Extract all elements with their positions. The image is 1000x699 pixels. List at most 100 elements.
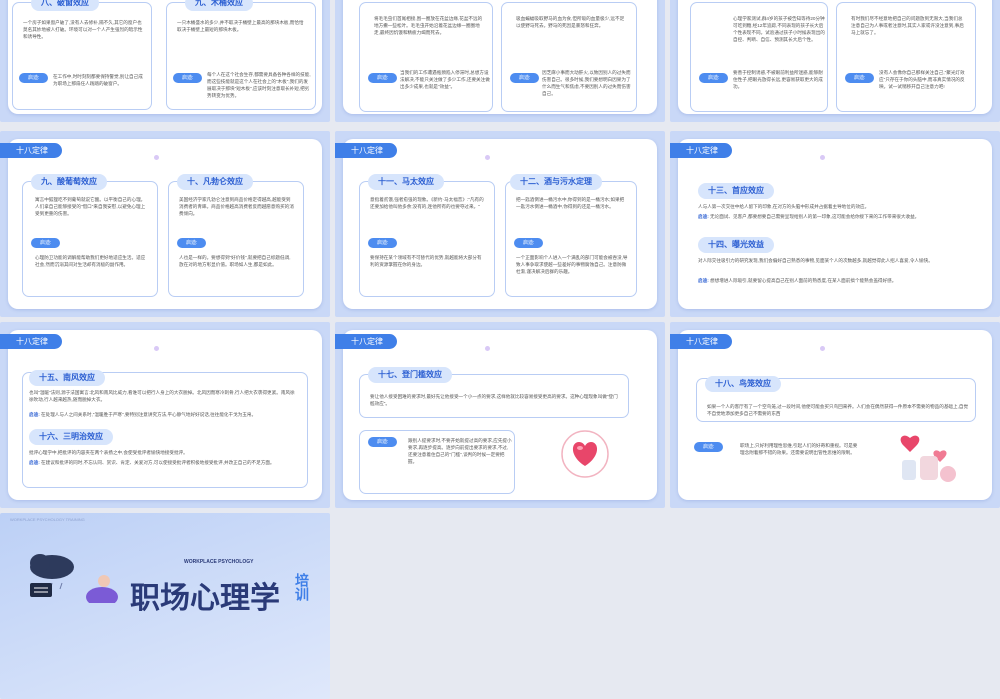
cover-side-label: 培训 xyxy=(293,573,308,601)
card-text: 将毛毛虫们首尾相接,围一圈放在花盆边缘,花盆不远的地方撒一些松叶。毛毛虫开始沿着… xyxy=(374,16,483,35)
hint-text: 要保持在某个领域有不可替代的优势,就越能将大部分有利的资源掌握在你的身边。 xyxy=(370,255,482,267)
card-text: 一只木桶盛水的多少,并不取决于桶壁上最高的那块木板,而恰恰取决于桶壁上最短的那块… xyxy=(177,20,304,32)
hint-label: 启迪: xyxy=(514,238,544,248)
hint-label: 启迪: xyxy=(29,460,40,465)
content-card: 十、凡勃仑效应 美国经济学家凡勃仑注意到商品价格定得越高,越能受到消费者的青睐。… xyxy=(168,174,304,297)
slide-thumbnail-8[interactable]: 十八定律 十七、登门槛效应 要让他人接受困难的要求时,最好先让他接受一个小一点的… xyxy=(335,322,665,508)
hint-content: 无论面试、见客户,都要想要自己需要呈现给别人的第一印象,这可能会给你接下来的工作… xyxy=(710,214,920,219)
hint-label: 启迪: xyxy=(19,73,49,83)
cover-small-text: WORKPLACE PSYCHOLOGY TRAINING xyxy=(10,517,85,522)
hint-label: 启迪: xyxy=(177,238,207,248)
card-text: 如果一个人的客厅有了一个空鸟笼,过一段时间,他便可能会买只鸟回来养。人们会在偶然… xyxy=(707,404,969,416)
hint-text: 职场上,只好利用理性思维,引起人们的好奇和重视。可是要理念附着那不错的效果。还需… xyxy=(740,443,858,455)
hint-label: 启迪: xyxy=(694,442,724,452)
hint-text: 启迪: 无论面试、见客户,都要想要自己需要呈现给别人的第一印象,这可能会给你接下… xyxy=(698,213,974,221)
content-card: 启迪: 跟别人提要求时,不要开始就提过高的要求,应先提小要求,再逐步提高。逐步向… xyxy=(359,430,515,494)
hint-text: 每个人在这个社会生存,都需要具备各种各样的技能,而这些技能就是这个人在社会上的"… xyxy=(207,72,311,98)
card-title: 十五、南风效应 xyxy=(29,370,105,386)
content-card: 十五、南风效应 也叫"温暖"法则,源于法国寓言:北风和南风比威力,看谁可以把行人… xyxy=(22,370,308,488)
content-card: 八、破窗效应 一个房子如果窗户破了,没有人去修补,隔不久,其它的窗户也莫名其妙地… xyxy=(12,0,152,110)
slide-thumbnail-2[interactable]: 将毛毛虫们首尾相接,围一圈放在花盆边缘,花盆不远的地方撒一些松叶。毛毛虫开始沿着… xyxy=(335,0,665,122)
hint-label: 启迪: xyxy=(699,73,729,83)
section-tag: 十八定律 xyxy=(0,334,62,349)
card-text: 心理学家测试,群4岁的孩子被告知等待20分钟可吃到糖,经12年追踪,不同表现的孩… xyxy=(733,16,825,42)
cosmetics-icon xyxy=(900,435,956,482)
decor-dot xyxy=(154,346,159,351)
hint-text: 没有人会像你自己那样关注自己,"聚光灯效应"只存在于你的头脑中,而非真实情况的反… xyxy=(879,70,965,89)
slide-thumbnail-6[interactable]: 十八定律 十三、首应效应 人与人第一次交往中给人留下的印象,在对方的头脑中形成并… xyxy=(670,131,1000,317)
slide-thumbnail-1[interactable]: 八、破窗效应 一个房子如果窗户破了,没有人去修补,隔不久,其它的窗户也莫名其妙地… xyxy=(0,0,330,122)
card-text: 人与人第一次交往中给人留下的印象,在对方的头脑中形成并占据着主导地位的效应。 xyxy=(698,204,870,209)
laptop-icon xyxy=(30,583,52,597)
card-text: 美国经济学家凡勃仑注意到商品价格定得越高,越能受到消费者的青睐。商品价格越高消费… xyxy=(179,197,294,216)
content-card: 九、酸葡萄效应 寓言中狐狸吃不到葡萄就说它酸。以平衡自己的心理。人们拿自己能够接… xyxy=(22,174,158,297)
card-text: 吸血蝙蝠吸取野马的血为食,但所吸的血量极少,远不足以使野马死去。野马的死因是暴怒… xyxy=(516,16,625,28)
card-title: 九、酸葡萄效应 xyxy=(31,174,107,190)
cover-english-title: WORKPLACE PSYCHOLOGY xyxy=(184,559,254,565)
content-card: 十八、鸟笼效应 如果一个人的客厅有了一个空鸟笼,过一段时间,他便可能会买只鸟回来… xyxy=(696,376,976,422)
hint-text: 在工作中,时时刻刻都要保持警觉,别让自己成为职场上那扇任人践踏的破窗户。 xyxy=(53,74,143,86)
hint-content: 在建议和批评的同时,不忘认同、赏识、肯定、关爱对方,可以使接受批评者积极地接受批… xyxy=(41,460,275,465)
hint-label: 启迪: xyxy=(510,73,540,83)
card-title: 十八、鸟笼效应 xyxy=(705,376,781,392)
hint-text: 启迪: 在处理人与人之间关系时,"温暖胜于严寒",要特别注意讲究方法,平心静气地… xyxy=(29,411,299,425)
card-text: 对人际交往吸引力的研究发现,我们会偏好自己熟悉的事物,见面某个人的次数越多,就越… xyxy=(698,258,933,263)
hint-label: 启迪: xyxy=(368,238,398,248)
hint-text: 心理防卫功能的调解能帮助我们更好地适应生活。适应社会,然而沉溺其间对生活却有消极… xyxy=(35,255,146,267)
slide-thumbnail-10[interactable]: WORKPLACE PSYCHOLOGY TRAINING WORKPLACE … xyxy=(0,513,330,699)
section-tag: 十八定律 xyxy=(335,143,397,158)
decor-dot xyxy=(485,346,490,351)
person-icon xyxy=(86,575,118,603)
content-card: 将毛毛虫们首尾相接,围一圈放在花盆边缘,花盆不远的地方撒一些松叶。毛毛虫开始沿着… xyxy=(359,2,493,112)
slide-thumbnail-4[interactable]: 十八定律 九、酸葡萄效应 寓言中狐狸吃不到葡萄就说它酸。以平衡自己的心理。人们拿… xyxy=(0,131,330,317)
decor-dot xyxy=(154,155,159,160)
content-card: 十二、酒与污水定理 把一匙酒倒进一桶污水中,你得到的是一桶污水;如果把一匙污水倒… xyxy=(505,174,637,297)
card-title: 十一、马太效应 xyxy=(368,174,444,190)
content-card: 十一、马太效应 意指着贫饿,强者愈强的现象。《新约·马太福音》:"凡有的还要加给… xyxy=(359,174,495,297)
card-title: 八、破窗效应 xyxy=(31,0,99,11)
hint-label: 启迪: xyxy=(368,73,398,83)
hint-label: 启迪: xyxy=(29,412,40,417)
hint-label: 启迪: xyxy=(173,73,203,83)
card-title: 十六、三明治效应 xyxy=(29,429,113,445)
slide-thumbnail-7[interactable]: 十八定律 十五、南风效应 也叫"温暖"法则,源于法国寓言:北风和南风比威力,看谁… xyxy=(0,322,330,508)
hint-text: 当我们的工作遭遇瓶颈陷入停滞时,总想方设法解决,不能只关注做了多少工作,还要关注… xyxy=(400,70,490,89)
card-text: 一个房子如果窗户破了,没有人去修补,隔不久,其它的窗户也莫名其妙地被人打破。环境… xyxy=(23,20,143,39)
hint-label: 启迪: xyxy=(368,437,398,447)
heart-icon xyxy=(561,430,609,478)
hint-text: 要善于控制诱惑,不被眼前利益所迷惑,能够耐住性子,把眼光放得长远,更容易获取更大… xyxy=(733,70,823,89)
content-card: 吸血蝙蝠吸取野马的血为食,但所吸的血量极少,远不足以使野马死去。野马的死因是暴怒… xyxy=(501,2,637,112)
content-card: 九、木桶效应 一只木桶盛水的多少,并不取决于桶壁上最高的那块木板,而恰恰取决于桶… xyxy=(166,0,316,110)
card-text: 有时我们尽不经意地把自己的问题放到无限大,当我们总注意自己为人事或者注意时,其实… xyxy=(851,16,964,35)
decor-dot xyxy=(820,346,825,351)
hint-label: 启迪: xyxy=(845,73,875,83)
section-tag: 十八定律 xyxy=(0,143,62,158)
section-tag: 十八定律 xyxy=(335,334,397,349)
hint-text: 启迪: 在建议和批评的同时,不忘认同、赏识、肯定、关爱对方,可以使接受批评者积极… xyxy=(29,459,299,475)
hint-text: 启迪: 想想增进人际吸引,就要留心提高自己在别人面前的熟悉度,在某人面前搞个能熟… xyxy=(698,277,974,285)
hint-text: 人也是一样的。要想得到"好价钱",就要把自己标题低调,放在对的地方彰显价值。职场… xyxy=(179,255,291,267)
hint-text: 跟别人提要求时,不要开始就提过高的要求,应先提小要求,再逐步提高。逐步向前提出要… xyxy=(408,438,512,464)
card-title: 十四、曝光效益 xyxy=(698,237,774,253)
cover-title: 职场心理学 xyxy=(130,582,280,615)
hint-content: 想想增进人际吸引,就要留心提高自己在别人面前的熟悉度,在某人面前搞个能熟会盖得好… xyxy=(710,278,897,283)
hint-label: 启迪: xyxy=(698,214,709,219)
card-text: 批评心理学中,把批评的内容夹在两个表扬之中,会使受批评者愉快地接受批评。 xyxy=(29,450,188,455)
decor-dot xyxy=(820,155,825,160)
section-tag: 十八定律 xyxy=(670,334,732,349)
content-card: 有时我们尽不经意地把自己的问题放到无限大,当我们总注意自己为人事或者注意时,其实… xyxy=(836,2,976,112)
card-title: 十七、登门槛效应 xyxy=(368,367,452,383)
card-text: 要让他人接受困难的要求时,最好先让他接受一个小一点的要求,这样他就比较容易接受更… xyxy=(370,394,618,406)
slide-thumbnail-3[interactable]: 心理学家测试,群4岁的孩子被告知等待20分钟可吃到糖,经12年追踪,不同表现的孩… xyxy=(670,0,1000,122)
slide-grid: 八、破窗效应 一个房子如果窗户破了,没有人去修补,隔不久,其它的窗户也莫名其妙地… xyxy=(0,0,1000,699)
hint-text: 因芝麻小事而大动肝火,以致因别人的过失而伤害自己。很多时候,我们要想明白因果为了… xyxy=(542,70,631,96)
slide-thumbnail-9[interactable]: 十八定律 十八、鸟笼效应 如果一个人的客厅有了一个空鸟笼,过一段时间,他便可能会… xyxy=(670,322,1000,508)
card-title: 十二、酒与污水定理 xyxy=(510,174,602,190)
section-tag: 十八定律 xyxy=(670,143,732,158)
card-title: 九、木桶效应 xyxy=(185,0,253,11)
content-card: 心理学家测试,群4岁的孩子被告知等待20分钟可吃到糖,经12年追踪,不同表现的孩… xyxy=(690,2,828,112)
hint-label: 启迪: xyxy=(31,238,61,248)
decor-dot xyxy=(485,155,490,160)
card-text: 把一匙酒倒进一桶污水中,你得到的是一桶污水;如果把一匙污水倒进一桶酒中,你得到的… xyxy=(516,197,625,209)
slide-thumbnail-5[interactable]: 十八定律 十一、马太效应 意指着贫饿,强者愈强的现象。《新约·马太福音》:"凡有… xyxy=(335,131,665,317)
